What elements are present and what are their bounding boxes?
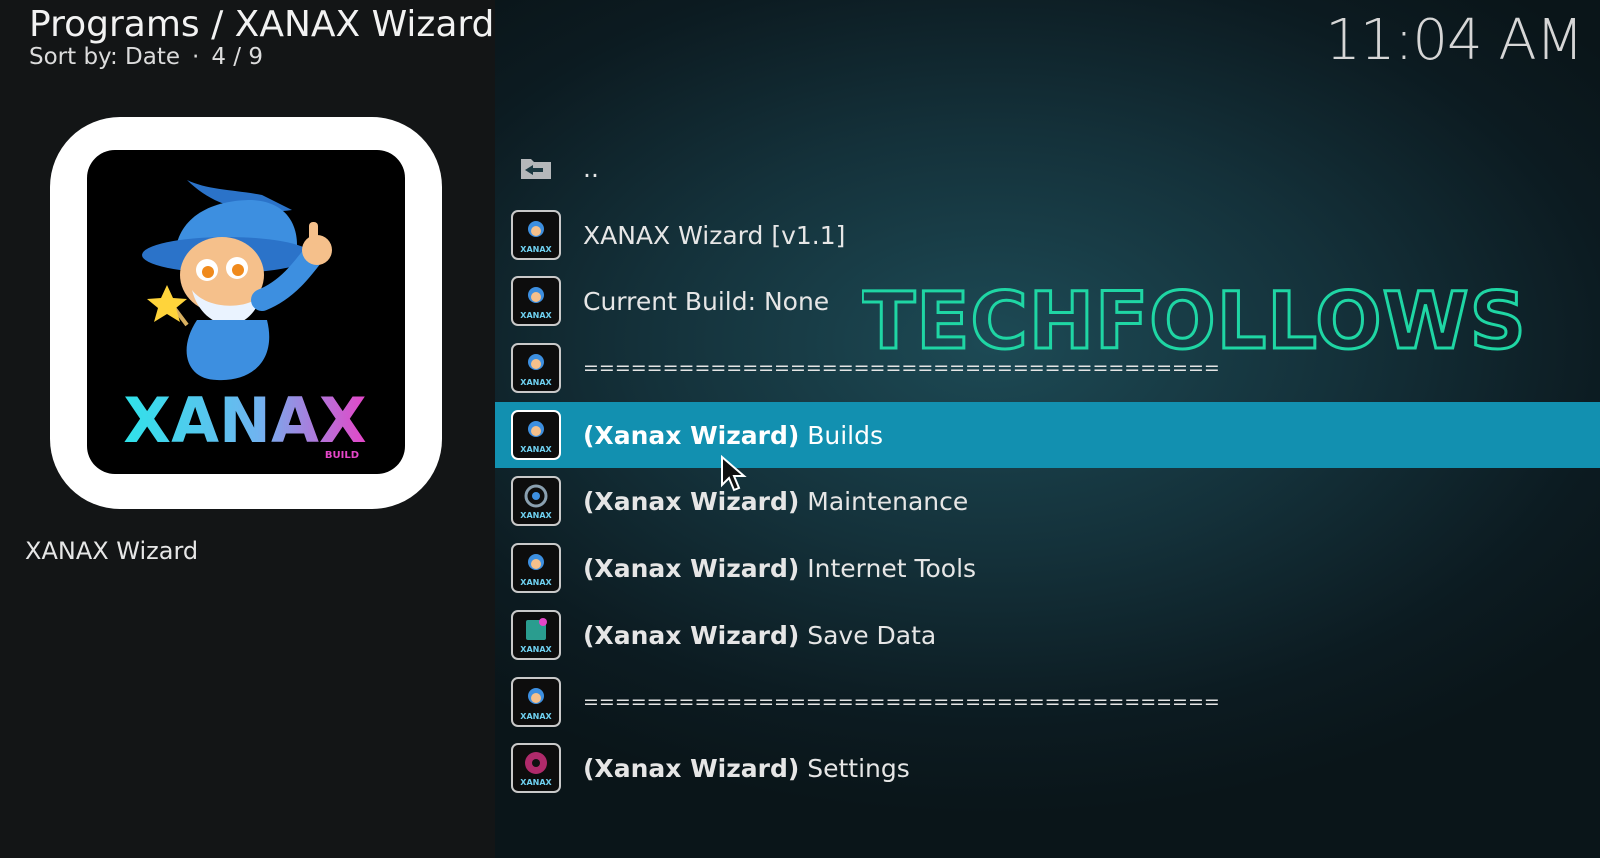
list-item-save-data[interactable]: XANAX (Xanax Wizard) Save Data: [495, 602, 1600, 669]
addon-poster: XANAX BUILD: [50, 117, 442, 509]
item-label: ========================================: [583, 357, 1220, 380]
item-label: ..: [583, 153, 599, 183]
svg-text:XANAX: XANAX: [520, 578, 552, 587]
svg-text:XANAX: XANAX: [520, 778, 552, 787]
sort-label: Sort by: Date: [29, 44, 181, 70]
item-list: .. XANAX XANAX Wizard [v1.1] XANAX Curre…: [495, 135, 1600, 802]
list-item-current-build[interactable]: XANAX Current Build: None: [495, 268, 1600, 335]
mouse-cursor-icon: [721, 455, 747, 492]
item-label: (Xanax Wizard) Builds: [583, 420, 884, 450]
list-item-internet-tools[interactable]: XANAX (Xanax Wizard) Internet Tools: [495, 535, 1600, 602]
xanax-save-icon: XANAX: [511, 609, 561, 660]
xanax-wizard-icon: XANAX: [511, 543, 561, 594]
item-label: ========================================: [583, 690, 1220, 713]
wizard-mascot-icon: XANAX BUILD: [123, 180, 367, 461]
item-label: (Xanax Wizard) Settings: [583, 754, 910, 784]
xanax-logo: XANAX BUILD: [87, 150, 405, 474]
item-label: XANAX Wizard [v1.1]: [583, 220, 846, 250]
svg-text:XANAX: XANAX: [520, 245, 552, 254]
item-label: (Xanax Wizard) Save Data: [583, 620, 937, 650]
svg-text:XANAX: XANAX: [520, 645, 552, 654]
list-item-maintenance[interactable]: XANAX (Xanax Wizard) Maintenance: [495, 468, 1600, 535]
sort-info[interactable]: Sort by: Date · 4 / 9: [29, 44, 263, 70]
item-label: (Xanax Wizard) Maintenance: [583, 487, 969, 517]
addon-name: XANAX Wizard: [25, 537, 199, 565]
svg-text:XANAX: XANAX: [520, 712, 552, 721]
list-item-version[interactable]: XANAX XANAX Wizard [v1.1]: [495, 202, 1600, 269]
svg-text:XANAX: XANAX: [520, 311, 552, 320]
list-item-parent[interactable]: ..: [495, 135, 1600, 202]
svg-text:XANAX: XANAX: [520, 445, 552, 454]
logo-text: XANAX: [123, 384, 366, 457]
xanax-wizard-icon: XANAX: [511, 343, 561, 394]
svg-text:XANAX: XANAX: [520, 511, 552, 520]
separator: ·: [192, 44, 200, 70]
logo-subtext: BUILD: [325, 450, 359, 461]
xanax-maintenance-icon: XANAX: [511, 476, 561, 527]
clock: 11:04 AM: [1325, 8, 1584, 73]
item-label: Current Build: None: [583, 287, 830, 317]
list-item-settings[interactable]: XANAX (Xanax Wizard) Settings: [495, 735, 1600, 802]
list-item-separator[interactable]: XANAX ==================================…: [495, 669, 1600, 736]
xanax-wizard-icon: XANAX: [511, 409, 561, 460]
list-item-builds[interactable]: XANAX (Xanax Wizard) Builds: [495, 401, 1600, 469]
item-label: (Xanax Wizard) Internet Tools: [583, 553, 977, 583]
item-position: 4 / 9: [211, 44, 263, 70]
page-title: Programs / XANAX Wizard: [29, 4, 495, 45]
list-item-separator[interactable]: XANAX ==================================…: [495, 335, 1600, 402]
xanax-wizard-icon: XANAX: [511, 209, 561, 260]
xanax-settings-icon: XANAX: [511, 743, 561, 794]
back-folder-icon: [511, 143, 561, 193]
xanax-wizard-icon: XANAX: [511, 676, 561, 727]
svg-text:XANAX: XANAX: [520, 378, 552, 387]
xanax-wizard-icon: XANAX: [511, 276, 561, 327]
